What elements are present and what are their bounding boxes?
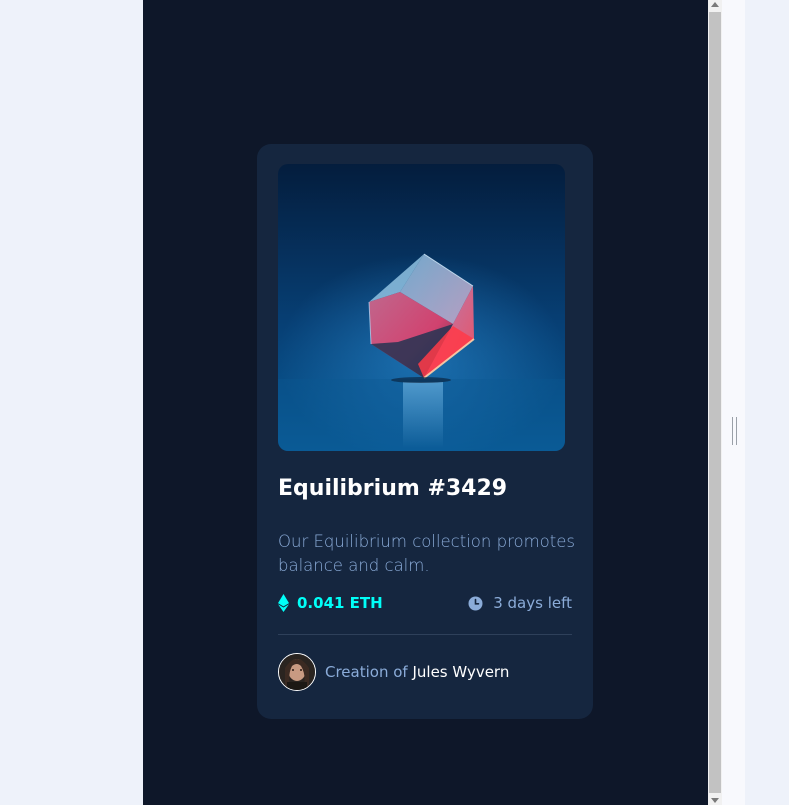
vertical-scrollbar[interactable] (708, 0, 722, 805)
clock-icon (468, 596, 483, 611)
nft-stats: 0.041 ETH 3 days left (278, 594, 572, 618)
time-left: 3 days left (468, 594, 572, 612)
nft-card: Equilibrium #3429 Our Equilibrium collec… (257, 144, 593, 719)
scrollbar-thumb[interactable] (709, 12, 721, 793)
time-left-value: 3 days left (493, 594, 572, 612)
scroll-up-arrow-icon[interactable] (711, 2, 719, 7)
nft-title[interactable]: Equilibrium #3429 (278, 476, 507, 501)
creator-name-link[interactable]: Jules Wyvern (412, 663, 509, 681)
creator-text: Creation of Jules Wyvern (325, 663, 509, 681)
side-panel (722, 0, 745, 805)
creator-prefix: Creation of (325, 663, 413, 681)
price-value: 0.041 ETH (297, 594, 383, 612)
scroll-down-arrow-icon[interactable] (711, 798, 719, 803)
creator-avatar (278, 653, 316, 691)
card-divider (278, 634, 572, 635)
price: 0.041 ETH (278, 594, 383, 612)
nft-image[interactable] (278, 164, 565, 451)
browser-window: Equilibrium #3429 Our Equilibrium collec… (0, 0, 789, 805)
cube-artwork (278, 164, 565, 451)
ethereum-icon (278, 594, 289, 612)
resize-handle[interactable] (732, 417, 737, 445)
nft-description: Our Equilibrium collection promotes bala… (278, 532, 575, 575)
creator-row: Creation of Jules Wyvern (278, 652, 509, 692)
